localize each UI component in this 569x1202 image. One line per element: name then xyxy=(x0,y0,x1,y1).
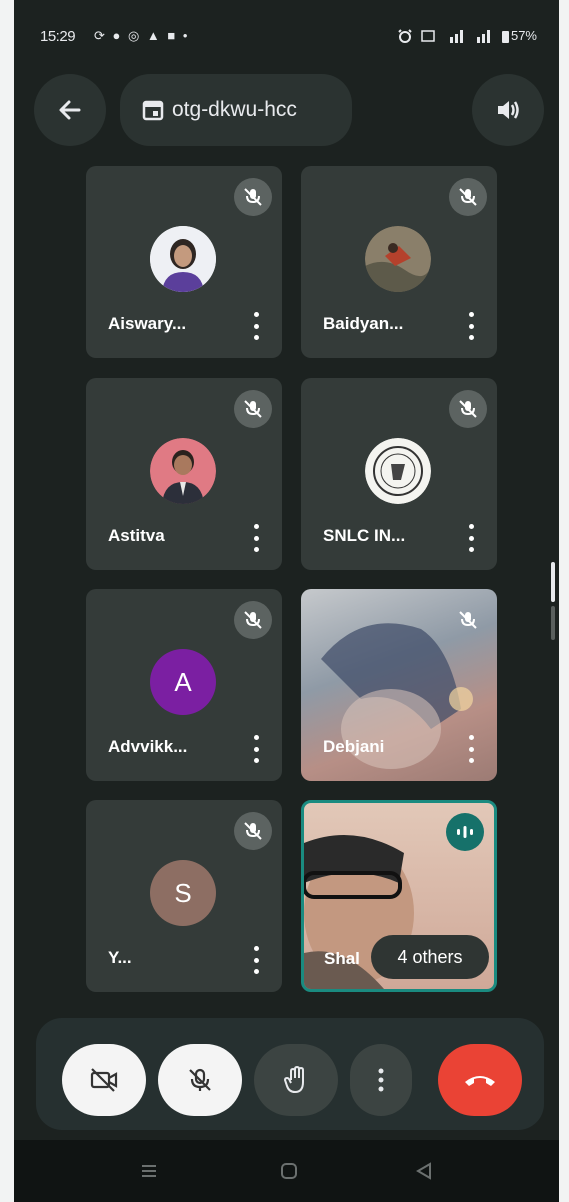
mic-off-icon xyxy=(234,390,272,428)
scrollbar-thumb[interactable] xyxy=(551,562,555,602)
participant-name: Aiswary... xyxy=(108,314,187,333)
speaking-indicator-icon xyxy=(446,813,484,851)
avatar xyxy=(150,226,216,292)
4g-signal-icon xyxy=(449,29,463,43)
logo-icon xyxy=(365,438,431,504)
phone-screen: 15:29 ⟳ ● ◎ ▲ ■ • 57% otg-dkwu-hcc Aiswa… xyxy=(14,0,559,1202)
more-vert-icon[interactable] xyxy=(250,524,262,552)
end-call-button[interactable] xyxy=(438,1044,522,1116)
status-right: 57% xyxy=(398,28,537,43)
participant-tile[interactable]: A Advvikk... xyxy=(86,589,282,781)
mic-off-icon xyxy=(234,601,272,639)
avatar: S xyxy=(150,860,216,926)
participant-name: Advvikk... xyxy=(108,737,188,756)
more-vert-icon xyxy=(378,1068,384,1092)
more-vert-icon[interactable] xyxy=(250,735,262,763)
battery-icon xyxy=(501,30,509,43)
battery-level: 57% xyxy=(510,28,537,43)
participant-tile[interactable]: Aiswary... xyxy=(86,166,282,358)
meeting-info-chip[interactable]: otg-dkwu-hcc xyxy=(120,74,352,146)
raise-hand-icon xyxy=(283,1066,304,1094)
avatar: A xyxy=(150,649,216,715)
mic-off-icon xyxy=(234,812,272,850)
status-bar: 15:29 ⟳ ● ◎ ▲ ■ • 57% xyxy=(14,28,559,52)
more-vert-icon[interactable] xyxy=(465,524,477,552)
signal-icon xyxy=(476,29,490,43)
participant-tile[interactable]: S Y... xyxy=(86,800,282,992)
mic-toggle-button[interactable] xyxy=(158,1044,242,1116)
more-vert-icon[interactable] xyxy=(250,946,262,974)
mic-off-icon xyxy=(189,1068,211,1091)
participant-name: SNLC IN... xyxy=(323,526,406,545)
mic-off-icon xyxy=(449,178,487,216)
mic-off-icon xyxy=(449,601,487,639)
avatar-initial: A xyxy=(174,666,192,697)
participant-name: Baidyan... xyxy=(323,314,404,333)
participant-tile[interactable]: SNLC IN... xyxy=(301,378,497,570)
mic-off-icon xyxy=(449,390,487,428)
battery-indicator: 57% xyxy=(501,28,537,43)
end-call-icon xyxy=(465,1076,495,1086)
participant-name: Shal xyxy=(324,949,360,968)
notification-icons: ⟳ ● ◎ ▲ ■ • xyxy=(94,28,190,43)
status-time: 15:29 xyxy=(40,28,76,45)
others-badge[interactable]: 4 others xyxy=(371,935,489,979)
avatar xyxy=(150,438,216,504)
participant-name: Y... xyxy=(108,948,132,967)
more-options-button[interactable] xyxy=(350,1044,412,1116)
more-vert-icon[interactable] xyxy=(250,312,262,340)
speaker-icon xyxy=(498,101,519,119)
alarm-icon xyxy=(398,28,412,43)
camera-off-icon xyxy=(90,1068,118,1092)
avatar xyxy=(365,438,431,504)
system-navigation-bar xyxy=(14,1140,559,1202)
audio-output-button[interactable] xyxy=(472,74,544,146)
calendar-icon xyxy=(142,100,164,121)
avatar-initial: S xyxy=(174,877,192,908)
avatar xyxy=(365,226,431,292)
home-nav-icon[interactable] xyxy=(279,1161,299,1181)
participant-name: Astitva xyxy=(108,526,165,545)
hd-signal-icon xyxy=(421,29,435,42)
participant-tile[interactable]: Astitva xyxy=(86,378,282,570)
raise-hand-button[interactable] xyxy=(254,1044,338,1116)
participant-name: Debjani xyxy=(323,737,385,756)
more-vert-icon[interactable] xyxy=(465,312,477,340)
mic-off-icon xyxy=(234,178,272,216)
participant-video-tile[interactable]: Debjani xyxy=(301,589,497,781)
arrow-left-icon xyxy=(59,100,81,120)
menu-nav-icon[interactable] xyxy=(140,1162,158,1180)
more-vert-icon[interactable] xyxy=(465,735,477,763)
camera-toggle-button[interactable] xyxy=(62,1044,146,1116)
scrollbar-track xyxy=(551,606,555,640)
participant-tile[interactable]: Baidyan... xyxy=(301,166,497,358)
back-button[interactable] xyxy=(34,74,106,146)
back-nav-icon[interactable] xyxy=(414,1161,434,1181)
meeting-code: otg-dkwu-hcc xyxy=(172,98,297,121)
